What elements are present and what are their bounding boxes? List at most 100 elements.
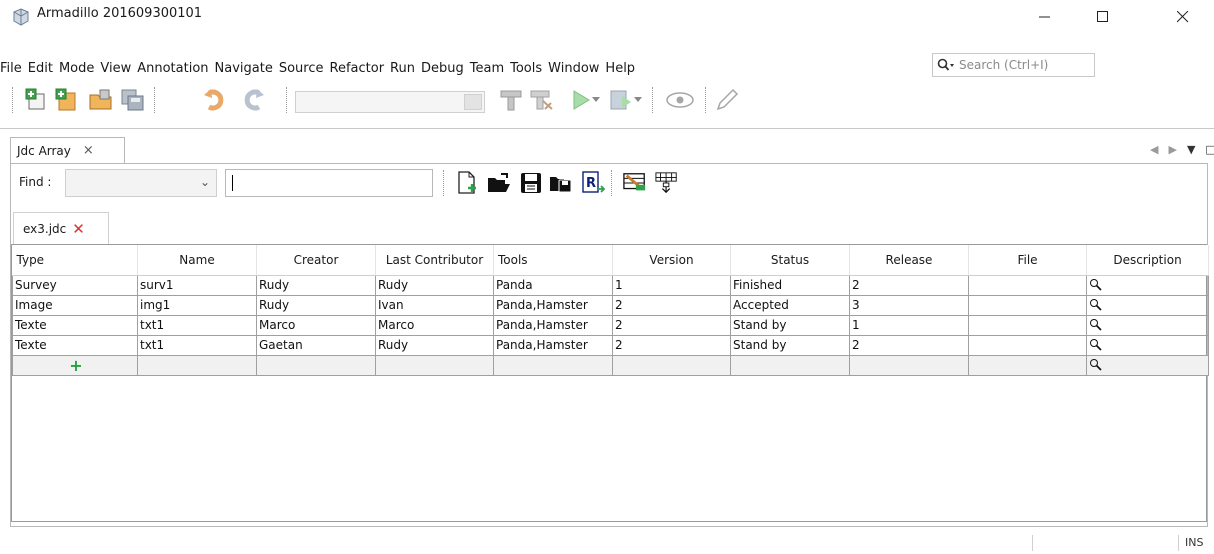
cell-type[interactable]: Image (12, 294, 138, 316)
undo-button[interactable] (200, 85, 230, 115)
menu-view[interactable]: View (97, 61, 134, 76)
tab-jdc-array[interactable]: Jdc Array × (10, 137, 125, 163)
empty-cell[interactable] (137, 354, 257, 376)
table-row[interactable]: Texte txt1 Gaetan Rudy Panda,Hamster 2 S… (12, 334, 1209, 356)
cell-creator[interactable]: Gaetan (256, 334, 376, 356)
cell-file[interactable] (968, 334, 1087, 356)
cell-name[interactable]: surv1 (137, 274, 257, 296)
menu-tools[interactable]: Tools (507, 61, 545, 76)
save-button[interactable] (519, 170, 543, 196)
magnifier-icon[interactable] (1089, 338, 1103, 352)
magnifier-icon[interactable] (1089, 318, 1103, 332)
menu-file[interactable]: File (0, 61, 25, 76)
cell-status[interactable]: Stand by (730, 334, 850, 356)
configuration-combo[interactable] (295, 91, 485, 113)
cell-description[interactable] (1086, 274, 1209, 296)
cell-file[interactable] (968, 274, 1087, 296)
table-row[interactable]: Texte txt1 Marco Marco Panda,Hamster 2 S… (12, 314, 1209, 336)
add-row-cell[interactable]: + (12, 354, 138, 376)
profile-button[interactable] (660, 85, 700, 115)
edit-button[interactable] (712, 85, 742, 115)
cell-creator[interactable]: Marco (256, 314, 376, 336)
scroll-right-icon[interactable]: ▶ (1168, 143, 1176, 156)
new-row[interactable]: + (12, 354, 1209, 376)
cell-file[interactable] (968, 314, 1087, 336)
menu-debug[interactable]: Debug (418, 61, 467, 76)
cell-status[interactable]: Finished (730, 274, 850, 296)
cell-tools[interactable]: Panda (493, 274, 613, 296)
cell-creator[interactable]: Rudy (256, 274, 376, 296)
cell-release[interactable]: 2 (849, 334, 969, 356)
insert-column-button[interactable] (655, 170, 679, 196)
empty-cell[interactable] (375, 354, 494, 376)
column-header-status[interactable]: Status (730, 245, 850, 276)
cell-version[interactable]: 2 (612, 334, 731, 356)
minimize-button[interactable] (1022, 0, 1068, 34)
cell-description[interactable] (1086, 314, 1209, 336)
empty-cell[interactable] (612, 354, 731, 376)
menu-help[interactable]: Help (602, 61, 638, 76)
cell-name[interactable]: txt1 (137, 334, 257, 356)
cell-tools[interactable]: Panda,Hamster (493, 294, 613, 316)
cell-version[interactable]: 1 (612, 274, 731, 296)
column-header-creator[interactable]: Creator (256, 245, 376, 276)
add-row-plus-icon[interactable]: + (15, 356, 137, 374)
cell-type[interactable]: Texte (12, 314, 138, 336)
scroll-left-icon[interactable]: ◀ (1150, 143, 1158, 156)
find-text-input[interactable] (225, 169, 433, 197)
clean-build-button[interactable] (526, 85, 556, 115)
menu-annotation[interactable]: Annotation (134, 61, 211, 76)
cell-description[interactable] (1086, 354, 1209, 376)
cell-description[interactable] (1086, 334, 1209, 356)
cell-type[interactable]: Texte (12, 334, 138, 356)
table-row[interactable]: Survey surv1 Rudy Rudy Panda 1 Finished … (12, 274, 1209, 296)
menu-window[interactable]: Window (545, 61, 602, 76)
cell-last-contributor[interactable]: Rudy (375, 334, 494, 356)
column-header-description[interactable]: Description (1086, 245, 1209, 276)
table-row[interactable]: Image img1 Rudy Ivan Panda,Hamster 2 Acc… (12, 294, 1209, 316)
save-as-button[interactable] (549, 170, 573, 196)
cell-version[interactable]: 2 (612, 294, 731, 316)
cell-status[interactable]: Accepted (730, 294, 850, 316)
magnifier-icon[interactable] (1089, 278, 1103, 292)
open-document-button[interactable] (487, 170, 511, 196)
cell-version[interactable]: 2 (612, 314, 731, 336)
add-row-button[interactable] (623, 170, 647, 196)
new-project-button[interactable] (22, 85, 52, 115)
close-window-button[interactable] (1160, 0, 1206, 34)
tab-ex3-jdc[interactable]: ex3.jdc ✕ (13, 212, 109, 244)
empty-cell[interactable] (849, 354, 969, 376)
quick-search-field[interactable]: Search (Ctrl+I) (932, 53, 1095, 77)
open-project-button[interactable] (86, 85, 116, 115)
rename-button[interactable]: R (581, 170, 605, 196)
cell-description[interactable] (1086, 294, 1209, 316)
column-header-file[interactable]: File (968, 245, 1087, 276)
documents-menu-icon[interactable]: ▼ (1187, 143, 1195, 156)
cell-release[interactable]: 2 (849, 274, 969, 296)
cell-last-contributor[interactable]: Rudy (375, 274, 494, 296)
empty-cell[interactable] (256, 354, 376, 376)
menu-refactor[interactable]: Refactor (327, 61, 388, 76)
column-header-last-contributor[interactable]: Last Contributor (375, 245, 494, 276)
empty-cell[interactable] (968, 354, 1087, 376)
empty-cell[interactable] (493, 354, 613, 376)
cell-last-contributor[interactable]: Marco (375, 314, 494, 336)
menu-mode[interactable]: Mode (56, 61, 97, 76)
build-button[interactable] (496, 85, 526, 115)
cell-last-contributor[interactable]: Ivan (375, 294, 494, 316)
cell-status[interactable]: Stand by (730, 314, 850, 336)
menu-navigate[interactable]: Navigate (212, 61, 276, 76)
column-header-release[interactable]: Release (849, 245, 969, 276)
cell-release[interactable]: 1 (849, 314, 969, 336)
cell-creator[interactable]: Rudy (256, 294, 376, 316)
column-header-version[interactable]: Version (612, 245, 731, 276)
cell-file[interactable] (968, 294, 1087, 316)
file-tab-close-icon[interactable]: ✕ (72, 220, 85, 238)
magnifier-icon[interactable] (1089, 298, 1103, 312)
column-header-type[interactable]: Type (12, 245, 138, 276)
column-header-name[interactable]: Name (137, 245, 257, 276)
maximize-panel-icon[interactable]: □ (1205, 143, 1214, 156)
cell-tools[interactable]: Panda,Hamster (493, 334, 613, 356)
cell-tools[interactable]: Panda,Hamster (493, 314, 613, 336)
new-file-button[interactable] (52, 85, 82, 115)
